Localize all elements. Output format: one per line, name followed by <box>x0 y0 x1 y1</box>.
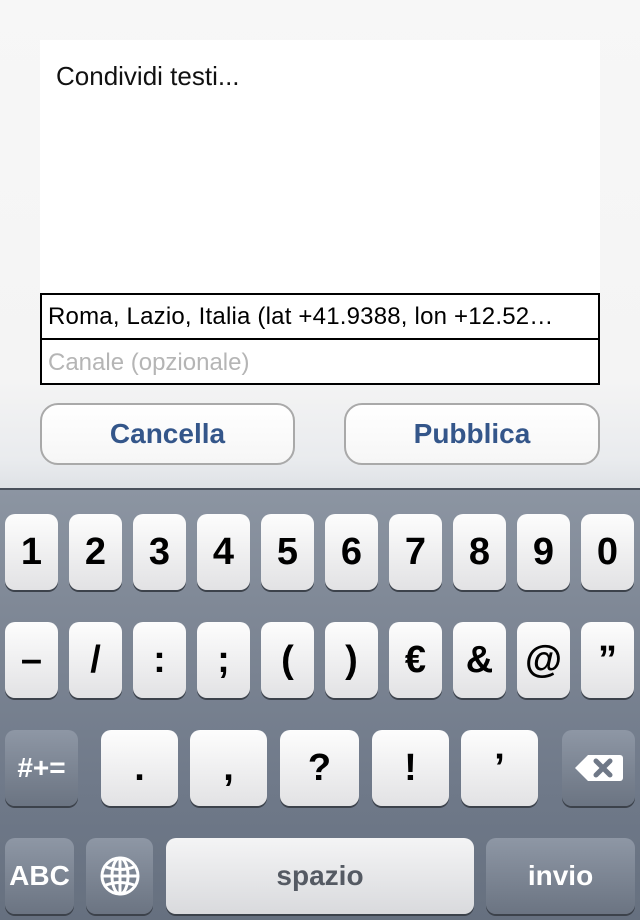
key-2[interactable]: 2 <box>69 514 122 590</box>
key-colon[interactable]: : <box>133 622 186 698</box>
publish-button[interactable]: Pubblica <box>344 403 600 465</box>
channel-placeholder: Canale (opzionale) <box>48 348 250 376</box>
keyboard: 1 2 3 4 5 6 7 8 9 0 – / : ; ( ) € & @ ” … <box>0 488 640 920</box>
key-at[interactable]: @ <box>517 622 570 698</box>
key-apostrophe[interactable]: ’ <box>461 730 538 806</box>
return-key[interactable]: invio <box>486 838 635 914</box>
composer-placeholder: Condividi testi... <box>56 61 240 91</box>
key-slash[interactable]: / <box>69 622 122 698</box>
key-5[interactable]: 5 <box>261 514 314 590</box>
key-question[interactable]: ? <box>280 730 359 806</box>
globe-key[interactable] <box>86 838 153 914</box>
key-6[interactable]: 6 <box>325 514 378 590</box>
channel-input[interactable]: Canale (opzionale) <box>42 340 598 385</box>
key-9[interactable]: 9 <box>517 514 570 590</box>
key-more-symbols[interactable]: #+= <box>5 730 78 806</box>
key-ampersand[interactable]: & <box>453 622 506 698</box>
key-close-paren[interactable]: ) <box>325 622 378 698</box>
backspace-icon <box>574 753 624 783</box>
key-period[interactable]: . <box>101 730 178 806</box>
key-3[interactable]: 3 <box>133 514 186 590</box>
key-7[interactable]: 7 <box>389 514 442 590</box>
key-0[interactable]: 0 <box>581 514 634 590</box>
key-8[interactable]: 8 <box>453 514 506 590</box>
key-quote[interactable]: ” <box>581 622 634 698</box>
delete-key[interactable] <box>562 730 635 806</box>
key-4[interactable]: 4 <box>197 514 250 590</box>
post-fields: Roma, Lazio, Italia (lat +41.9388, lon +… <box>40 293 600 385</box>
key-exclamation[interactable]: ! <box>372 730 449 806</box>
key-1[interactable]: 1 <box>5 514 58 590</box>
key-dash[interactable]: – <box>5 622 58 698</box>
composer-text-area[interactable]: Condividi testi... <box>40 40 600 293</box>
key-euro[interactable]: € <box>389 622 442 698</box>
key-comma[interactable]: , <box>190 730 267 806</box>
globe-icon <box>99 855 141 897</box>
key-semicolon[interactable]: ; <box>197 622 250 698</box>
location-field[interactable]: Roma, Lazio, Italia (lat +41.9388, lon +… <box>42 295 598 340</box>
cancel-button[interactable]: Cancella <box>40 403 295 465</box>
key-abc[interactable]: ABC <box>5 838 74 914</box>
key-open-paren[interactable]: ( <box>261 622 314 698</box>
location-value: Roma, Lazio, Italia (lat +41.9388, lon +… <box>48 302 554 330</box>
space-key[interactable]: spazio <box>166 838 474 914</box>
